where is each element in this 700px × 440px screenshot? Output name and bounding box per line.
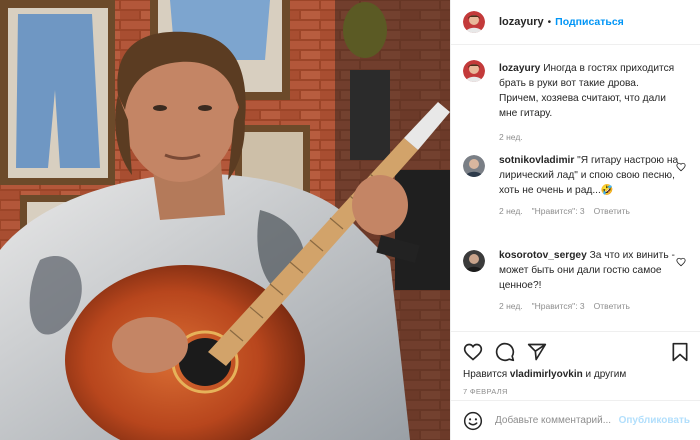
likes-prefix: Нравится <box>463 369 508 380</box>
comment-item: kosorotov_sergey За что их винить - може… <box>463 248 688 328</box>
comment-item: sotnikovladimir "Я гитару настрою на лир… <box>463 153 688 248</box>
post-date[interactable]: 7 ФЕВРАЛЯ <box>451 387 700 396</box>
share-icon[interactable] <box>527 342 547 362</box>
reply-button[interactable]: Ответить <box>594 299 630 314</box>
bookmark-icon[interactable] <box>670 342 690 362</box>
avatar[interactable] <box>463 155 485 177</box>
comment-likes[interactable]: "Нравится": 3 <box>532 299 585 314</box>
comment-like-heart-icon[interactable] <box>676 257 686 267</box>
comment-likes[interactable]: "Нравится": 3 <box>532 204 585 219</box>
separator-dot: • <box>547 16 552 28</box>
comment-time[interactable]: 2 нед. <box>499 204 523 219</box>
post-photo[interactable] <box>0 0 450 440</box>
avatar[interactable] <box>463 250 485 272</box>
action-icons <box>451 332 700 366</box>
likes-suffix[interactable]: и другим <box>586 369 627 380</box>
author-username[interactable]: lozayury <box>499 16 544 28</box>
comment-icon[interactable] <box>495 342 515 362</box>
post-header: lozayury • Подписаться <box>451 0 700 45</box>
comment-body: sotnikovladimir "Я гитару настрою на лир… <box>499 153 679 248</box>
caption: lozayury Иногда в гостях приходится брат… <box>463 58 688 153</box>
avatar[interactable] <box>463 11 485 33</box>
post-image <box>0 0 450 440</box>
comments-list: lozayury Иногда в гостях приходится брат… <box>463 58 688 328</box>
comment-username[interactable]: kosorotov_sergey <box>499 250 587 261</box>
comment-time[interactable]: 2 нед. <box>499 299 523 314</box>
caption-time[interactable]: 2 нед. <box>499 130 523 145</box>
comment-body: kosorotov_sergey За что их винить - може… <box>499 248 679 328</box>
reply-button[interactable]: Ответить <box>594 204 630 219</box>
rofl-emoji: 🤣 <box>600 185 614 196</box>
post-side-panel: lozayury • Подписаться lozayury Иногда в… <box>450 0 700 440</box>
comment-input[interactable] <box>495 415 617 426</box>
comment-like-heart-icon[interactable] <box>676 162 686 172</box>
caption-username[interactable]: lozayury <box>499 63 540 74</box>
heart-icon[interactable] <box>463 342 483 362</box>
follow-button[interactable]: Подписаться <box>555 16 624 28</box>
avatar[interactable] <box>463 60 485 82</box>
caption-body: lozayury Иногда в гостях приходится брат… <box>499 58 679 153</box>
emoji-icon[interactable] <box>463 411 483 431</box>
comment-username[interactable]: sotnikovladimir <box>499 155 574 166</box>
liker-username[interactable]: vladimirlyovkin <box>510 369 583 380</box>
likes-line: Нравится vladimirlyovkin и другим <box>451 369 700 380</box>
add-comment-bar: Опубликовать <box>451 400 700 440</box>
publish-button[interactable]: Опубликовать <box>619 415 690 426</box>
